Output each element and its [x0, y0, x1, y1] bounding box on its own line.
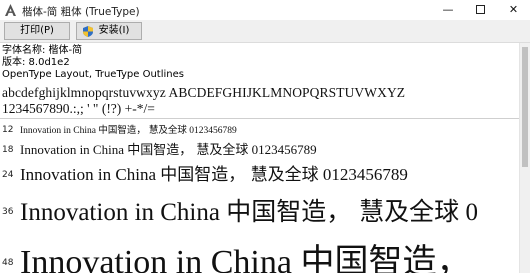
font-viewer-icon [5, 4, 16, 16]
divider [0, 118, 530, 119]
sample-cjk: 中国智造， 慧及全球 [98, 125, 187, 136]
vertical-scrollbar[interactable] [519, 43, 530, 273]
sample-latin: Innovation in China [20, 199, 220, 226]
size-label-48: 48 [2, 258, 14, 268]
size-label-36: 36 [2, 207, 14, 217]
numerals-sample: 1234567890.:,; ' " (!?) +-*/= [2, 101, 155, 116]
maximize-icon [475, 4, 485, 14]
sample-row-18: Innovation in China 中国智造， 慧及全球 012345678… [20, 139, 317, 158]
minimize-icon: — [442, 3, 454, 16]
size-label-18: 18 [2, 145, 14, 155]
minimize-button[interactable]: — [433, 0, 463, 20]
close-icon: ✕ [508, 3, 519, 16]
sample-digits: 0123456789 [251, 142, 317, 157]
size-label-12: 12 [2, 125, 14, 135]
alphabet-sample: abcdefghijklmnopqrstuvwxyz ABCDEFGHIJKLM… [2, 85, 406, 100]
scrollbar-thumb[interactable] [522, 47, 528, 167]
sample-row-12: Innovation in China 中国智造， 慧及全球 012345678… [20, 122, 237, 136]
sample-row-48: Innovation in China 中国智造， [20, 234, 470, 273]
install-button[interactable]: 安装(I) [76, 22, 142, 40]
sample-row-36: Innovation in China 中国智造， 慧及全球 0 [20, 192, 478, 228]
title-bar: 楷体-简 粗体 (TrueType) — ✕ [0, 0, 530, 20]
sample-cjk: 中国智造， [300, 242, 471, 273]
sample-digits: 0 [465, 199, 478, 226]
sample-cjk: 中国智造， 慧及全球 [160, 165, 319, 185]
sample-row-24: Innovation in China 中国智造， 慧及全球 012345678… [20, 160, 408, 185]
sample-latin: Innovation in China [20, 142, 124, 157]
window-title: 楷体-简 粗体 (TrueType) [22, 6, 140, 18]
sample-cjk: 中国智造， 慧及全球 [127, 143, 249, 158]
print-button[interactable]: 打印(P) [4, 22, 70, 40]
font-name-text: 字体名称: 楷体-简 [2, 45, 83, 56]
sample-digits: 0123456789 [322, 165, 408, 184]
toolbar: 打印(P) 安装(I) [0, 20, 530, 43]
uac-shield-icon [83, 26, 93, 37]
font-outline-text: OpenType Layout, TrueType Outlines [2, 69, 184, 80]
sample-latin: Innovation in China [20, 244, 292, 273]
font-version-text: 版本: 8.0d1e2 [2, 57, 70, 68]
sample-latin: Innovation in China [20, 126, 96, 136]
size-label-24: 24 [2, 170, 14, 180]
sample-digits: 0123456789 [189, 126, 237, 136]
close-button[interactable]: ✕ [497, 0, 530, 20]
sample-latin: Innovation in China [20, 165, 156, 184]
maximize-button[interactable] [465, 0, 495, 20]
install-label: 安装(I) [98, 25, 130, 36]
sample-cjk: 中国智造， 慧及全球 [226, 197, 460, 226]
